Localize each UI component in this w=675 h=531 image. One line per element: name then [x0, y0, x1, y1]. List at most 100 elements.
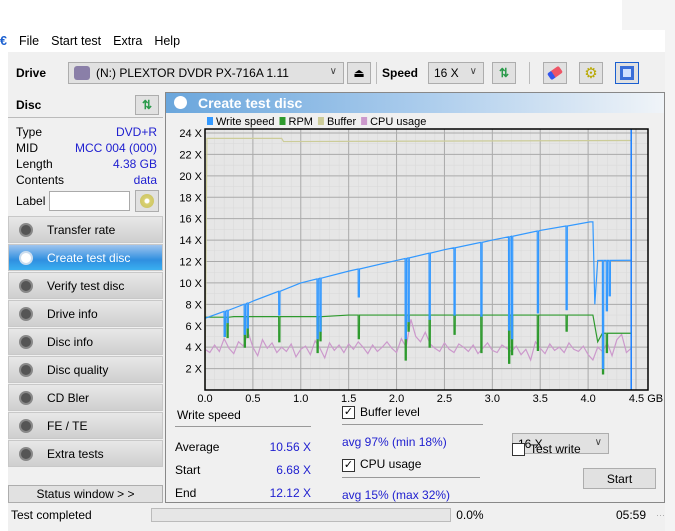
- disc-contents-row: Contents data: [8, 172, 163, 188]
- toolbar-divider: [529, 62, 530, 84]
- chevron-down-icon: ∨: [469, 66, 477, 77]
- type-label: Type: [16, 125, 43, 139]
- x-tick-label: 4.5 GB: [629, 393, 663, 403]
- buffer-level-stat: avg 97% (min 18%): [342, 435, 447, 450]
- x-tick-label: 1.0: [293, 393, 308, 403]
- nav-label: Drive info: [47, 306, 98, 321]
- legend-label: Write speed: [216, 116, 275, 128]
- legend-label: Buffer: [327, 116, 356, 128]
- panel-title-bar: Create test disc: [166, 93, 664, 113]
- drive-label: Drive: [16, 66, 47, 80]
- legend-swatch: [279, 117, 286, 125]
- label-input[interactable]: [49, 191, 130, 211]
- contents-label: Contents: [16, 173, 65, 187]
- end-value: 12.12 X: [269, 485, 311, 500]
- disc-icon: [19, 306, 33, 321]
- x-tick-label: 1.5: [341, 393, 356, 403]
- disc-icon: [19, 390, 33, 405]
- nav-extra-tests[interactable]: Extra tests: [8, 440, 163, 467]
- start-value: 6.68 X: [276, 462, 311, 477]
- y-tick-label: 12 X: [179, 257, 202, 269]
- x-tick-label: 0.0: [197, 393, 212, 403]
- speed-select[interactable]: 16 X ∨: [428, 62, 484, 84]
- disc-type-row: Type DVD+R: [8, 124, 163, 140]
- write-speed-stats: Write speed Average 10.56 X Start 6.68 X E…: [175, 408, 311, 504]
- y-tick-label: 2 X: [185, 364, 202, 376]
- refresh-arrows-icon: ⇅: [141, 97, 153, 112]
- panel-title: Create test disc: [198, 95, 303, 111]
- type-value: DVD+R: [115, 125, 157, 139]
- y-tick-label: 6 X: [185, 321, 202, 333]
- status-window-button[interactable]: Status window > >: [8, 485, 163, 503]
- test-write-label: Test write: [530, 442, 581, 456]
- disc-icon: [19, 446, 33, 461]
- nav-drive-info[interactable]: Drive info: [8, 300, 163, 327]
- buffer-level-checkbox[interactable]: ✓: [342, 406, 355, 420]
- nav-disc-quality[interactable]: Disc quality: [8, 356, 163, 383]
- y-tick-label: 4 X: [185, 342, 202, 354]
- legend-label: RPM: [289, 116, 313, 128]
- drive-value: (N:) PLEXTOR DVDR PX-716A 1.11: [96, 66, 289, 80]
- cpu-usage-checkbox[interactable]: ✓: [342, 458, 355, 472]
- speed-label: Speed: [382, 66, 419, 80]
- resize-grip-icon[interactable]: ⋯: [656, 510, 665, 521]
- settings-button[interactable]: ⚙: [579, 62, 603, 84]
- status-bar: Test completed 0.0% 05:59 ⋯: [8, 506, 665, 524]
- eject-icon: ⏏: [353, 66, 365, 80]
- gears-icon: ⚙: [584, 65, 598, 82]
- menu-start-test[interactable]: Start test: [51, 34, 101, 48]
- length-value: 4.38 GB: [112, 157, 157, 171]
- nav-create-test-disc[interactable]: Create test disc: [8, 244, 163, 271]
- cpu-usage-label: CPU usage: [360, 457, 422, 472]
- eject-button[interactable]: ⏏: [347, 62, 371, 84]
- x-tick-label: 2.5: [437, 393, 452, 403]
- nav-label: FE / TE: [47, 418, 88, 433]
- drive-select[interactable]: (N:) PLEXTOR DVDR PX-716A 1.11 ∨: [68, 62, 344, 84]
- nav-verify-test-disc[interactable]: Verify test disc: [8, 272, 163, 299]
- write-speed-heading: Write speed: [175, 408, 311, 427]
- refresh-button[interactable]: ⇅: [492, 62, 516, 84]
- toolbar: Drive (N:) PLEXTOR DVDR PX-716A 1.11 ∨ ⏏…: [8, 58, 665, 88]
- cpu-usage-toggle[interactable]: ✓ CPU usage: [342, 457, 480, 478]
- elapsed-time: 05:59: [615, 508, 646, 522]
- length-label: Length: [16, 157, 53, 171]
- disc-info-button[interactable]: [135, 190, 159, 212]
- save-button[interactable]: [615, 62, 639, 84]
- menu-extra[interactable]: Extra: [113, 34, 142, 48]
- y-tick-label: 22 X: [179, 149, 202, 161]
- y-tick-label: 18 X: [179, 192, 202, 204]
- disc-mid-row: MID MCC 004 (000): [8, 140, 163, 156]
- chevron-down-icon: ∨: [329, 66, 337, 77]
- speed-value: 16 X: [434, 66, 459, 80]
- nav-disc-info[interactable]: Disc info: [8, 328, 163, 355]
- nav-label: Verify test disc: [47, 278, 125, 293]
- nav-transfer-rate[interactable]: Transfer rate: [8, 216, 163, 243]
- nav-label: Transfer rate: [47, 222, 116, 237]
- cd-icon: [140, 194, 154, 208]
- nav-label: Extra tests: [47, 446, 104, 461]
- x-tick-label: 3.5: [533, 393, 548, 403]
- buffer-level-label: Buffer level: [360, 405, 420, 419]
- disc-icon: [19, 278, 33, 293]
- disc-refresh-button[interactable]: ⇅: [135, 94, 159, 115]
- mid-value: MCC 004 (000): [74, 141, 157, 155]
- disc-icon: [174, 96, 187, 109]
- floppy-disk-icon: [620, 66, 634, 80]
- y-tick-label: 14 X: [179, 235, 202, 247]
- buffer-level-toggle[interactable]: ✓ Buffer level: [342, 405, 483, 426]
- x-tick-label: 2.0: [389, 393, 404, 403]
- test-write-toggle[interactable]: Test write: [512, 442, 581, 457]
- menu-help[interactable]: Help: [154, 34, 180, 48]
- x-tick-label: 0.5: [245, 393, 260, 403]
- start-label: Start: [175, 462, 201, 477]
- test-write-checkbox[interactable]: [512, 443, 525, 457]
- nav-fe-te[interactable]: FE / TE: [8, 412, 163, 439]
- nav-cd-bler[interactable]: CD Bler: [8, 384, 163, 411]
- legend-swatch: [361, 117, 368, 125]
- disc-icon: [19, 250, 33, 265]
- y-tick-label: 10 X: [179, 278, 202, 290]
- menu-file[interactable]: File: [19, 34, 39, 48]
- mid-label: MID: [16, 141, 38, 155]
- erase-button[interactable]: [543, 62, 567, 84]
- start-button[interactable]: Start: [583, 468, 656, 489]
